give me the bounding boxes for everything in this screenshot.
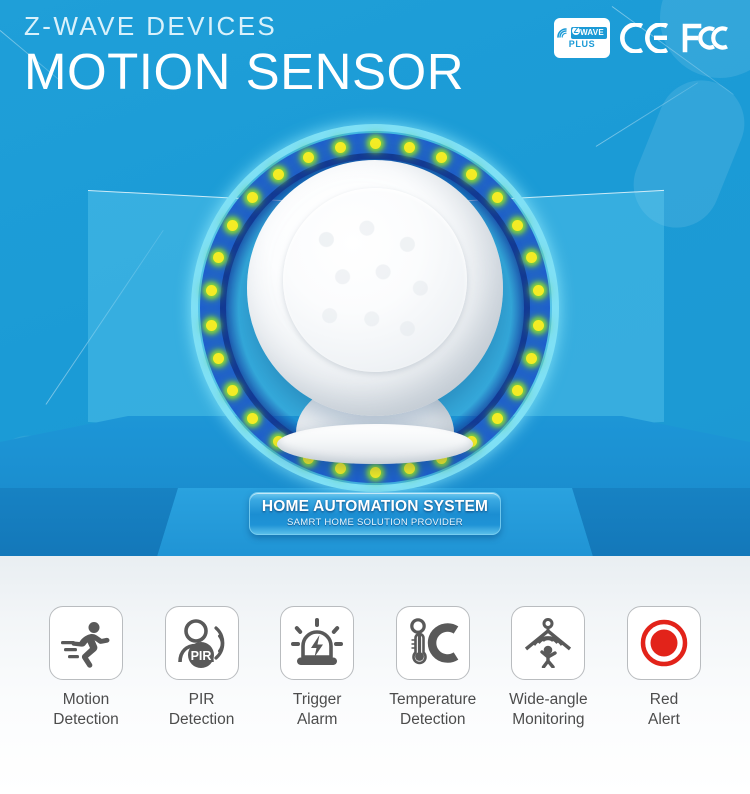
zwave-plus-label: PLUS (568, 38, 596, 49)
red-alert-dot-icon (640, 619, 688, 667)
led-dot (491, 412, 503, 424)
feature-label: Wide-angle Monitoring (509, 691, 588, 728)
sensor-sphere (247, 160, 503, 416)
led-dot (302, 152, 314, 164)
led-dot (247, 412, 259, 424)
svg-text:PIR: PIR (190, 649, 211, 663)
sensor-base (277, 424, 473, 464)
feature-label: PIR Detection (168, 691, 235, 728)
led-dot (525, 251, 537, 263)
feature-trigger-alarm[interactable]: Trigger Alarm (265, 606, 369, 730)
pir-person-waves-icon: PIR (177, 619, 224, 668)
plaque-subtitle: SAMRT HOME SOLUTION PROVIDER (287, 517, 463, 529)
system-plaque: HOME AUTOMATION SYSTEM SAMRT HOME SOLUTI… (249, 492, 501, 535)
led-dot (227, 384, 239, 396)
wide-angle-coverage-icon (525, 618, 572, 668)
header-kicker: Z-WAVE DEVICES (24, 11, 278, 41)
sensor-fresnel-dome (282, 188, 468, 373)
led-dot (335, 141, 347, 153)
feature-icon-box (49, 606, 123, 680)
feature-list: Motion Detection PIR PIR Detection Trigg… (0, 606, 750, 730)
led-dot (213, 251, 225, 263)
feature-icon-box (511, 606, 586, 680)
led-dot (403, 141, 415, 153)
feature-label: Trigger Alarm (292, 691, 342, 728)
product-banner: Z-WAVE DEVICES MOTION SENSOR WAVE PLUS (0, 0, 750, 794)
led-dot (511, 384, 523, 396)
feature-label: Red Alert (648, 691, 680, 728)
feature-pir-detection[interactable]: PIR PIR Detection (150, 606, 254, 730)
certification-marks: WAVE PLUS (554, 18, 730, 58)
feature-wide-angle-monitoring[interactable]: Wide-angle Monitoring (496, 606, 600, 730)
running-person-icon (61, 622, 110, 668)
feature-motion-detection[interactable]: Motion Detection (34, 606, 138, 730)
led-dot (369, 467, 381, 478)
wifi-arc-icon (557, 27, 567, 38)
led-dot (533, 319, 545, 331)
ce-mark (620, 23, 669, 53)
thermometer-celsius-icon (409, 618, 459, 665)
feature-label: Motion Detection (53, 691, 119, 728)
led-dot (205, 319, 217, 331)
feature-icon-box (626, 606, 701, 680)
header: Z-WAVE DEVICES MOTION SENSOR (24, 12, 464, 100)
feature-label: Temperature Detection (389, 691, 477, 728)
plaque-title: HOME AUTOMATION SYSTEM (261, 497, 489, 515)
fcc-mark (682, 23, 728, 53)
feature-icon-box: PIR (164, 606, 239, 680)
feature-red-alert[interactable]: Red Alert (612, 606, 716, 730)
zwave-plus-logo: WAVE PLUS (554, 18, 610, 58)
feature-icon-box (395, 606, 470, 680)
feature-temperature-detection[interactable]: Temperature Detection (381, 606, 485, 730)
light-streak-2 (595, 82, 699, 147)
feature-icon-box (280, 606, 355, 680)
alarm-siren-icon (291, 618, 344, 665)
page-title: MOTION SENSOR (24, 42, 465, 100)
sensor-hex-texture (293, 199, 457, 362)
led-dot (369, 138, 381, 149)
zwave-wordmark: WAVE (571, 27, 607, 39)
zwave-logo-row: WAVE (557, 27, 607, 39)
